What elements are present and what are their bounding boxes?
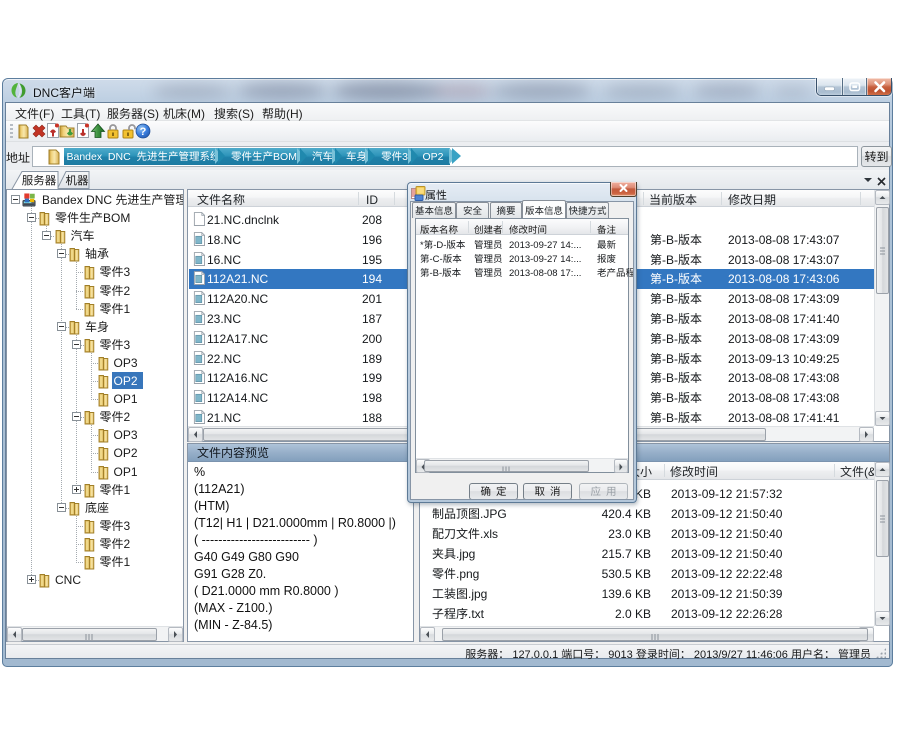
svg-text:?: ? xyxy=(140,126,147,138)
